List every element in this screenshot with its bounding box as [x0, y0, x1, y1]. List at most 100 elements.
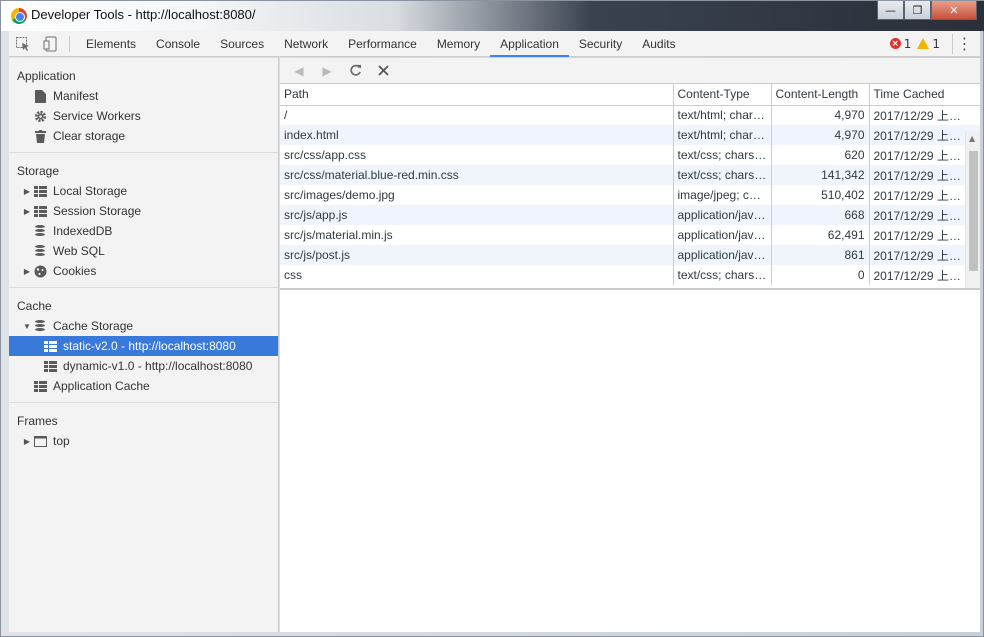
tab-network[interactable]: Network: [274, 31, 338, 57]
cell-time-cached: 2017/12/29 上…: [869, 105, 980, 125]
cell-path: src/js/app.js: [280, 205, 674, 225]
sidebar-item-service-workers[interactable]: Service Workers: [9, 106, 278, 126]
collapse-arrow-icon[interactable]: ▼: [21, 322, 33, 331]
inspect-element-icon[interactable]: [9, 31, 37, 57]
tab-console[interactable]: Console: [146, 31, 210, 57]
cell-content-length: 668: [771, 205, 870, 225]
sidebar-item-label: top: [53, 434, 70, 448]
sidebar-item-indexeddb[interactable]: IndexedDB: [9, 221, 278, 241]
sidebar-item-application-cache[interactable]: Application Cache: [9, 376, 278, 396]
table-row[interactable]: src/js/post.js application/jav… 861 2017/12…: [280, 245, 980, 265]
cell-path: index.html: [280, 125, 674, 145]
column-header-path[interactable]: Path: [280, 84, 674, 106]
section-frames: Frames ▶ top: [9, 403, 278, 457]
cache-viewer-panel: ◀ ▶ Path Content-Type Content-Length Tim…: [280, 58, 980, 632]
cell-content-type: application/jav…: [673, 225, 772, 245]
expand-arrow-icon[interactable]: ▶: [21, 187, 33, 196]
table-row[interactable]: css text/css; charse… 0 2017/12/29 上…: [280, 265, 980, 285]
close-button[interactable]: ✕: [931, 1, 977, 20]
tab-application[interactable]: Application: [490, 31, 569, 57]
table-row[interactable]: src/css/material.blue-red.min.css text/cs…: [280, 165, 980, 185]
tab-performance[interactable]: Performance: [338, 31, 427, 57]
sidebar-item-cache-dynamic-v1[interactable]: dynamic-v1.0 - http://localhost:8080: [9, 356, 278, 376]
more-options-icon[interactable]: ⋮: [952, 33, 976, 54]
table-header-row: Path Content-Type Content-Length Time Ca…: [280, 84, 980, 106]
scroll-up-icon[interactable]: ▲: [969, 134, 975, 143]
cell-content-length: 141,342: [771, 165, 870, 185]
table-row[interactable]: src/js/app.js application/jav… 668 2017/12/…: [280, 205, 980, 225]
sidebar-item-label: IndexedDB: [53, 224, 113, 238]
previous-page-icon[interactable]: ◀: [288, 61, 310, 81]
tab-elements[interactable]: Elements: [76, 31, 146, 57]
scrollbar-thumb[interactable]: [969, 151, 978, 271]
expand-arrow-icon[interactable]: ▶: [21, 207, 33, 216]
sidebar-item-label: Application Cache: [53, 379, 150, 393]
sidebar-item-label: Cookies: [53, 264, 97, 278]
error-count: 1: [903, 36, 912, 51]
title-bar[interactable]: Developer Tools - http://localhost:8080/…: [1, 1, 984, 31]
section-title-storage: Storage: [17, 164, 60, 178]
cell-content-length: 861: [771, 245, 870, 265]
cell-content-type: application/jav…: [673, 205, 772, 225]
sidebar-item-cache-static-v2[interactable]: static-v2.0 - http://localhost:8080: [9, 336, 278, 356]
tab-security[interactable]: Security: [569, 31, 632, 57]
cell-content-type: text/css; charse…: [673, 165, 772, 185]
section-title-application: Application: [17, 69, 76, 83]
column-header-content-type[interactable]: Content-Type: [673, 84, 772, 106]
next-page-icon[interactable]: ▶: [316, 61, 338, 81]
column-header-content-length[interactable]: Content-Length: [771, 84, 870, 106]
delete-entry-icon[interactable]: [372, 61, 394, 81]
warning-count-badge[interactable]: 1: [917, 37, 940, 51]
tab-audits[interactable]: Audits: [632, 31, 685, 57]
gear-icon: [33, 109, 47, 123]
cell-content-type: image/jpeg; ch…: [673, 185, 772, 205]
sidebar-item-clear-storage[interactable]: Clear storage: [9, 126, 278, 146]
sidebar-item-cookies[interactable]: ▶ Cookies: [9, 261, 278, 281]
column-header-time-cached[interactable]: Time Cached: [869, 84, 980, 106]
cell-path: src/css/app.css: [280, 145, 674, 165]
document-icon: [33, 89, 47, 103]
minimize-button[interactable]: —: [877, 1, 904, 20]
section-storage: Storage ▶ Local Storage ▶ Session Storag…: [9, 153, 278, 288]
table-row[interactable]: index.html text/html; char… 4,970 2017/12/2…: [280, 125, 980, 145]
sidebar-item-session-storage[interactable]: ▶ Session Storage: [9, 201, 278, 221]
sidebar-item-web-sql[interactable]: Web SQL: [9, 241, 278, 261]
expand-arrow-icon[interactable]: ▶: [21, 267, 33, 276]
maximize-button[interactable]: ❐: [904, 1, 931, 20]
cache-table: Path Content-Type Content-Length Time Ca…: [280, 84, 980, 285]
cell-time-cached: 2017/12/29 上…: [869, 125, 980, 145]
refresh-icon[interactable]: [344, 61, 366, 81]
tab-memory[interactable]: Memory: [427, 31, 490, 57]
expand-arrow-icon[interactable]: ▶: [21, 437, 33, 446]
sidebar-item-frame-top[interactable]: ▶ top: [9, 431, 278, 451]
sidebar-item-manifest[interactable]: Manifest: [9, 86, 278, 106]
cell-path: src/css/material.blue-red.min.css: [280, 165, 674, 185]
device-toolbar-icon[interactable]: [37, 31, 65, 57]
table-row[interactable]: src/css/app.css text/css; charse… 620 2017/…: [280, 145, 980, 165]
section-cache: Cache ▼ Cache Storage static-v2.0 - http…: [9, 288, 278, 403]
window-title: Developer Tools - http://localhost:8080/: [31, 7, 256, 22]
cell-content-length: 62,491: [771, 225, 870, 245]
cell-path: src/images/demo.jpg: [280, 185, 674, 205]
cookie-icon: [33, 264, 47, 278]
cell-content-type: text/css; charse…: [673, 145, 772, 165]
cell-content-length: 620: [771, 145, 870, 165]
table-grid-icon: [33, 184, 47, 198]
grid-scrollbar[interactable]: ▲ ▼: [965, 131, 980, 288]
cell-content-length: 4,970: [771, 125, 870, 145]
table-row[interactable]: src/images/demo.jpg image/jpeg; ch… 510,40…: [280, 185, 980, 205]
table-row[interactable]: / text/html; char… 4,970 2017/12/29 上…: [280, 105, 980, 125]
table-grid-icon: [43, 339, 57, 353]
sidebar-item-label: Service Workers: [53, 109, 141, 123]
application-sidebar: Application Manifest Service Workers Cle…: [9, 58, 279, 632]
sidebar-item-local-storage[interactable]: ▶ Local Storage: [9, 181, 278, 201]
cell-time-cached: 2017/12/29 上…: [869, 265, 980, 285]
devtools-toolbar: Elements Console Sources Network Perform…: [9, 31, 980, 57]
error-count-badge[interactable]: × 1: [889, 36, 912, 51]
cell-content-length: 4,970: [771, 105, 870, 125]
sidebar-item-label: Local Storage: [53, 184, 128, 198]
cell-content-length: 510,402: [771, 185, 870, 205]
table-row[interactable]: src/js/material.min.js application/jav… 62…: [280, 225, 980, 245]
sidebar-item-cache-storage[interactable]: ▼ Cache Storage: [9, 316, 278, 336]
tab-sources[interactable]: Sources: [210, 31, 274, 57]
